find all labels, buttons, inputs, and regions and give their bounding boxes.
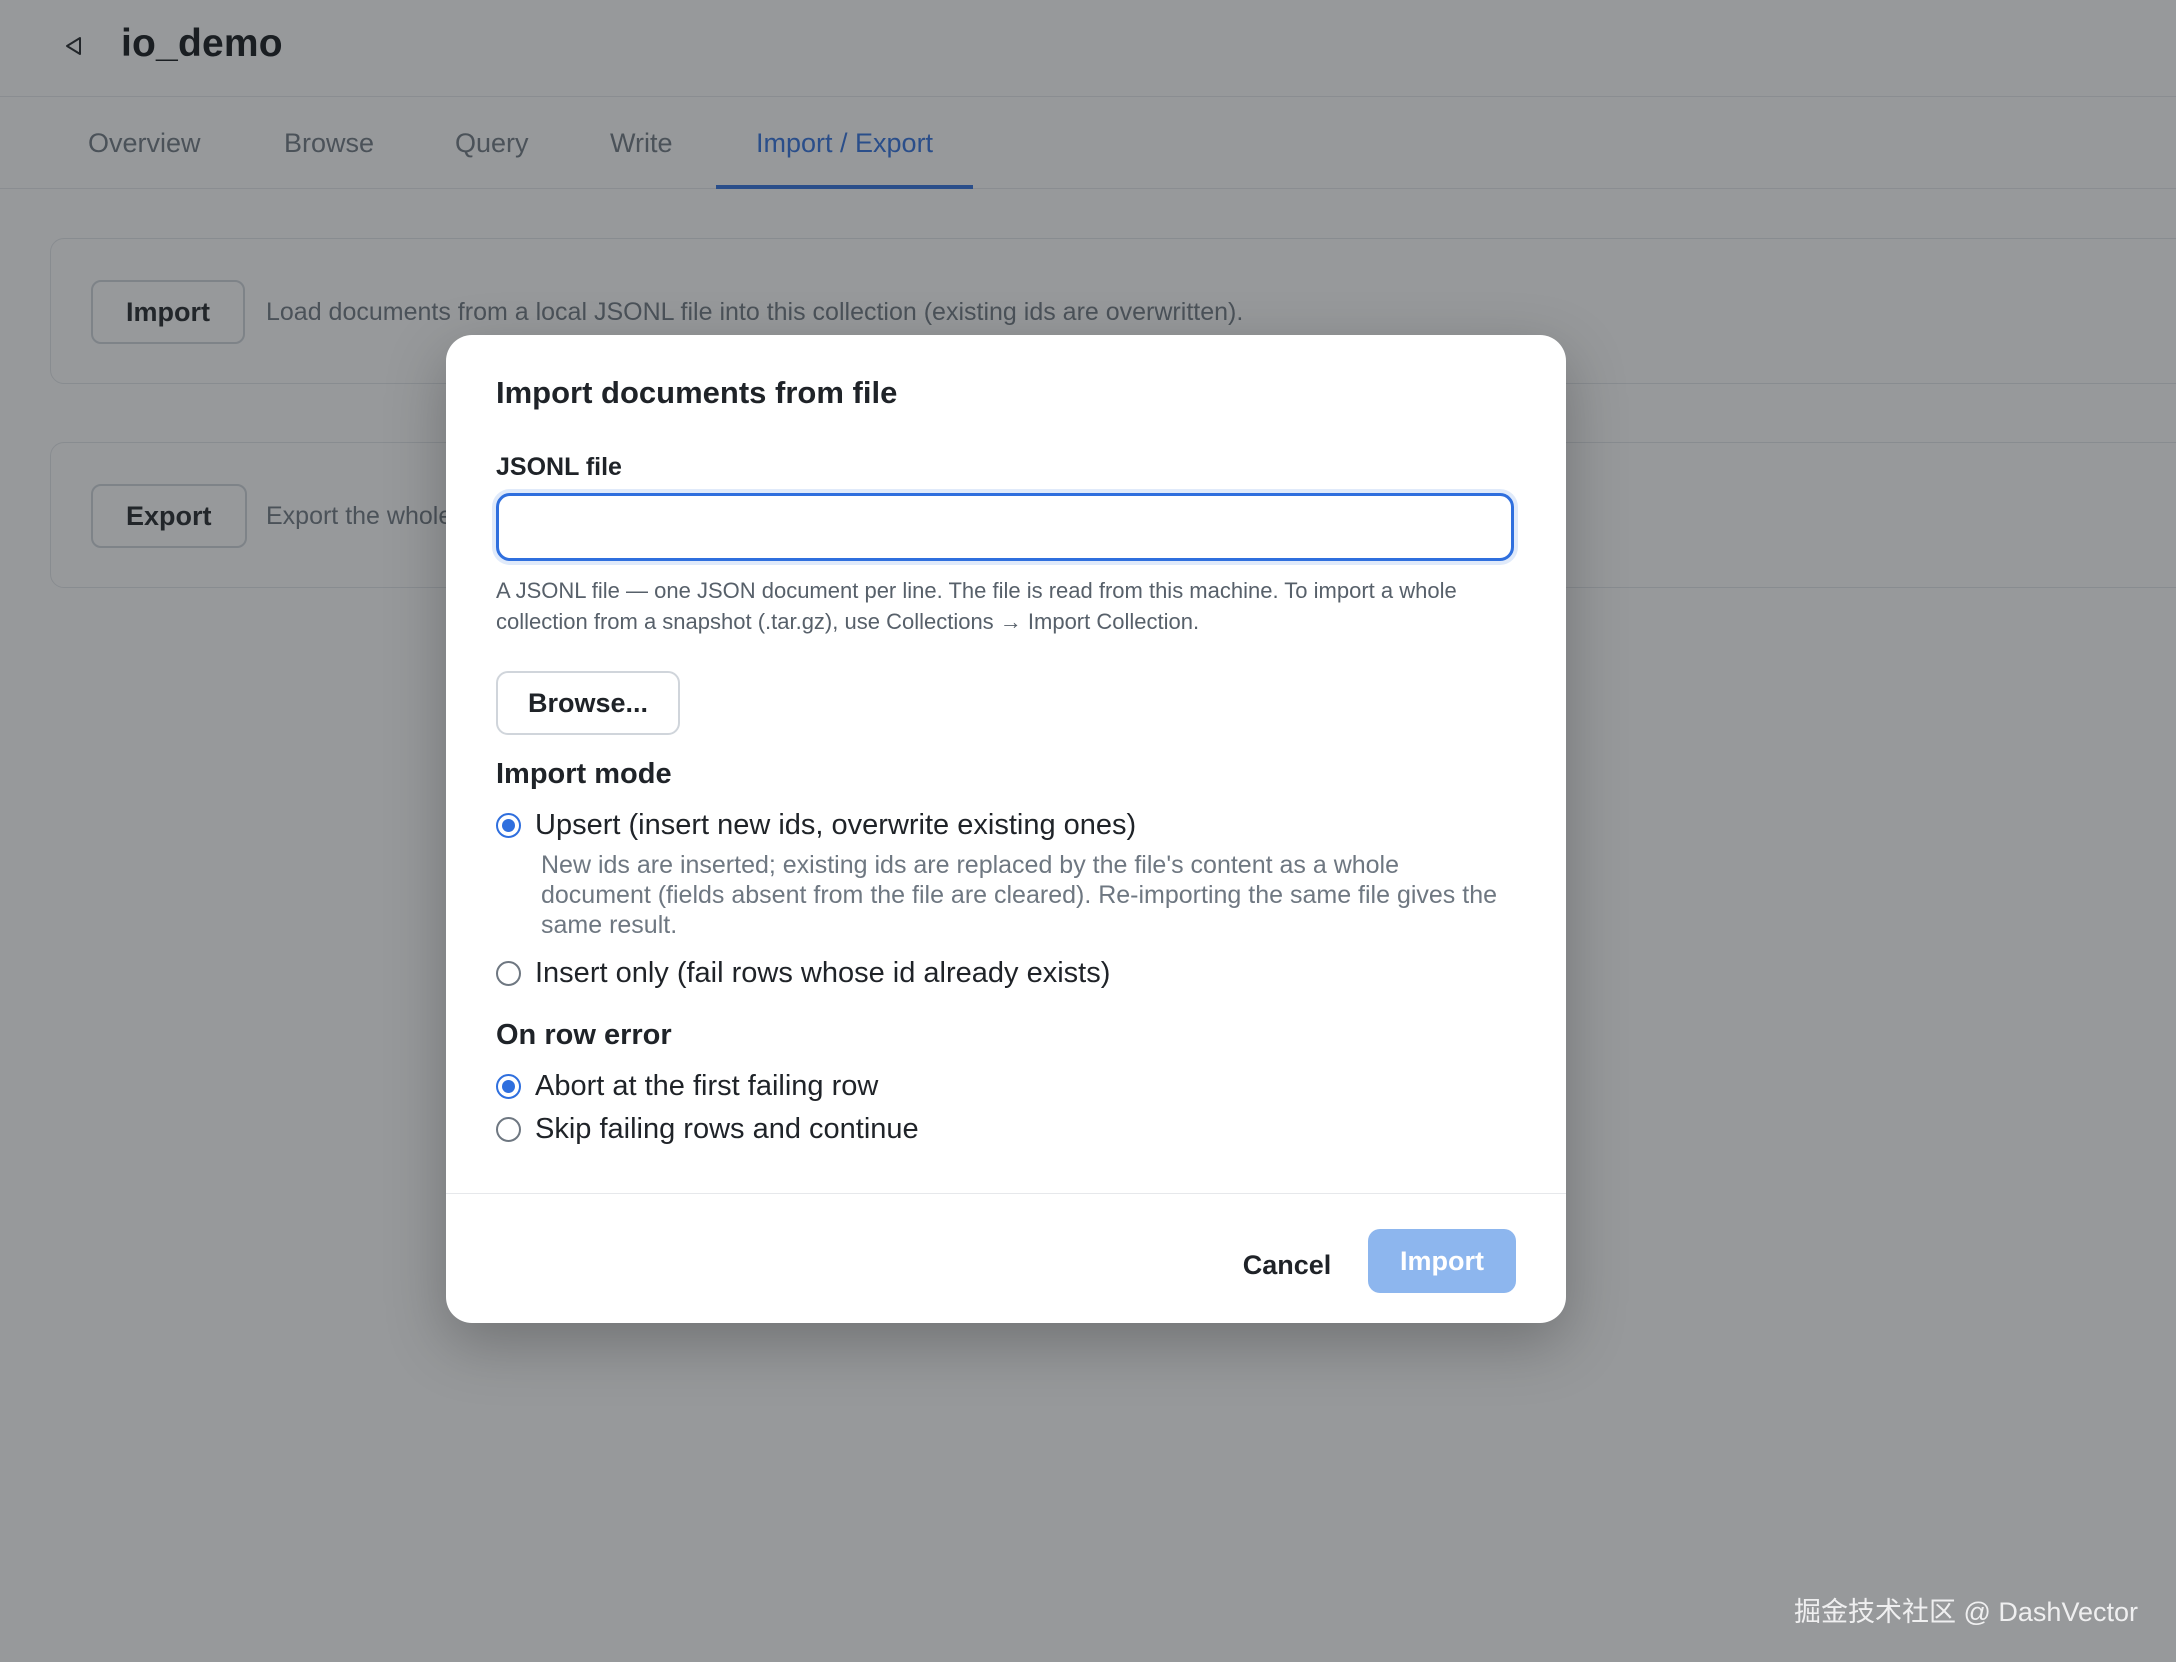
radio-upsert-label: Upsert (insert new ids, overwrite existi… [535,808,1137,841]
radio-button-unchecked[interactable] [496,960,521,986]
import-submit-button[interactable]: Import [1368,1229,1516,1293]
radio-insert-only-label: Insert only (fail rows whose id already … [535,956,1111,989]
import-mode-heading: Import mode [496,758,672,790]
cancel-button[interactable]: Cancel [1226,1233,1348,1297]
watermark: 掘金技术社区 @ DashVector [1794,1597,2138,1627]
jsonl-file-input[interactable] [496,493,1514,561]
radio-skip-label: Skip failing rows and continue [535,1112,919,1145]
radio-button-checked[interactable] [496,1073,521,1099]
page: io_demo Overview Browse Query Write Impo… [0,0,2176,1662]
radio-upsert[interactable]: Upsert (insert new ids, overwrite existi… [496,808,1136,842]
radio-abort[interactable]: Abort at the first failing row [496,1069,878,1103]
upsert-help-text: New ids are inserted; existing ids are r… [541,851,1498,939]
radio-abort-label: Abort at the first failing row [535,1069,879,1102]
radio-insert-only[interactable]: Insert only (fail rows whose id already … [496,956,1110,990]
row-error-heading: On row error [496,1019,672,1051]
import-dialog: Import documents from file JSONL file A … [446,335,1566,1323]
radio-skip[interactable]: Skip failing rows and continue [496,1112,919,1146]
dialog-title: Import documents from file [496,375,898,410]
footer-divider [446,1193,1566,1194]
radio-button-checked[interactable] [496,812,521,838]
radio-button-unchecked[interactable] [496,1116,521,1142]
jsonl-file-label: JSONL file [496,453,622,481]
browse-button[interactable]: Browse... [496,671,680,735]
file-help-text: A JSONL file — one JSON document per lin… [496,578,1457,634]
